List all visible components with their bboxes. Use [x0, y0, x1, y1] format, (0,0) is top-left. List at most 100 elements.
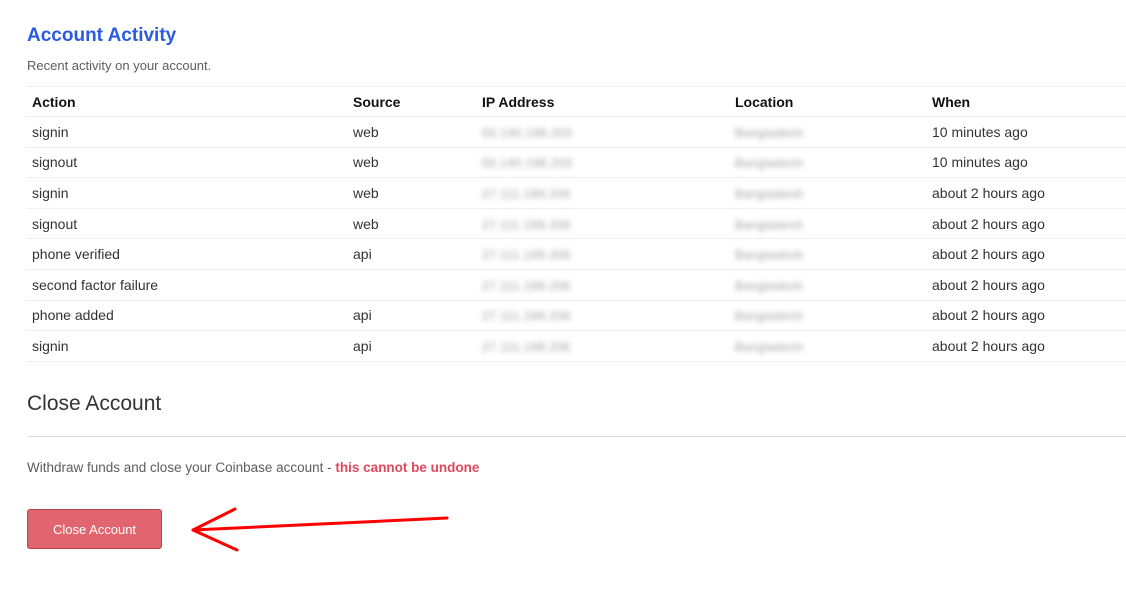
activity-when-cell[interactable]: 10 minutes ago: [926, 116, 1126, 148]
activity-action: phone added: [32, 307, 114, 324]
activity-when-cell[interactable]: about 2 hours ago: [926, 208, 1126, 240]
activity-ip-address: 27.111.199.206: [482, 248, 571, 263]
activity-source-cell: web: [347, 147, 476, 179]
activity-ip-address: 50.140.198.203: [482, 125, 573, 140]
activity-location: Bangladesh: [735, 186, 804, 201]
activity-row: signout web 50.140.198.203 Bangladesh 10 min…: [26, 147, 1126, 179]
activity-ip-address: 27.111.199.206: [482, 339, 571, 354]
activity-when-cell[interactable]: about 2 hours ago: [926, 238, 1126, 270]
activity-source: api: [353, 246, 372, 263]
column-header-action: Action: [26, 86, 347, 117]
close-account-description-text: Withdraw funds and close your Coinbase a…: [27, 460, 336, 475]
activity-when: about 2 hours ago: [932, 276, 1045, 293]
close-account-title: Close Account: [27, 392, 162, 415]
activity-action-cell: phone verified: [26, 238, 347, 270]
activity-location: Bangladesh: [735, 339, 804, 354]
account-activity-title: Account Activity: [27, 25, 177, 46]
activity-location-cell: Bangladesh: [729, 238, 926, 270]
activity-when-cell[interactable]: about 2 hours ago: [926, 330, 1126, 362]
activity-ip-address-cell: 50.140.198.203: [476, 147, 729, 179]
activity-location: Bangladesh: [735, 309, 804, 324]
activity-location-cell: Bangladesh: [729, 177, 926, 209]
close-account-description: Withdraw funds and close your Coinbase a…: [27, 460, 479, 475]
activity-ip-address-cell: 27.111.199.206: [476, 238, 729, 270]
section-divider: [27, 436, 1126, 437]
activity-source-cell: web: [347, 208, 476, 240]
activity-row: signout web 27.111.199.206 Bangladesh about …: [26, 208, 1126, 240]
activity-ip-address-cell: 27.111.199.206: [476, 300, 729, 332]
activity-table: Action Source IP Address Location When s…: [26, 86, 1126, 362]
activity-action-cell: phone added: [26, 300, 347, 332]
activity-location-cell: Bangladesh: [729, 300, 926, 332]
activity-action-cell: second factor failure: [26, 269, 347, 301]
activity-ip-address-cell: 27.111.199.206: [476, 208, 729, 240]
activity-table-header: Action Source IP Address Location When: [26, 86, 1126, 117]
activity-table-body: signin web 50.140.198.203 Bangladesh 10 minu…: [26, 116, 1126, 362]
activity-when-cell[interactable]: about 2 hours ago: [926, 300, 1126, 332]
activity-row: phone verified api 27.111.199.206 Banglades…: [26, 238, 1126, 270]
activity-action: second factor failure: [32, 276, 159, 293]
column-header-when: When: [926, 86, 1126, 117]
activity-ip-address-cell: 27.111.199.206: [476, 269, 729, 301]
activity-location: Bangladesh: [735, 278, 804, 293]
activity-when-cell[interactable]: about 2 hours ago: [926, 177, 1126, 209]
activity-row: signin web 50.140.198.203 Bangladesh 10 minu…: [26, 116, 1126, 148]
activity-when: 10 minutes ago: [932, 154, 1028, 171]
activity-when: about 2 hours ago: [932, 215, 1045, 232]
activity-location: Bangladesh: [735, 217, 804, 232]
activity-row: signin api 27.111.199.206 Bangladesh about 2…: [26, 330, 1126, 362]
activity-when: 10 minutes ago: [932, 123, 1028, 140]
activity-source: web: [353, 154, 379, 171]
activity-location: Bangladesh: [735, 156, 804, 171]
activity-action: signin: [32, 184, 69, 201]
activity-ip-address: 50.140.198.203: [482, 156, 573, 171]
activity-location: Bangladesh: [735, 125, 804, 140]
activity-action-cell: signin: [26, 116, 347, 148]
close-account-button[interactable]: Close Account: [27, 509, 162, 549]
column-header-location: Location: [729, 86, 926, 117]
activity-action: phone verified: [32, 246, 120, 263]
activity-location-cell: Bangladesh: [729, 208, 926, 240]
account-activity-subtitle: Recent activity on your account.: [27, 58, 212, 73]
activity-source-cell: [347, 269, 476, 301]
activity-ip-address: 27.111.199.206: [482, 309, 571, 324]
activity-ip-address: 27.111.199.206: [482, 217, 571, 232]
activity-when-cell[interactable]: about 2 hours ago: [926, 269, 1126, 301]
activity-location: Bangladesh: [735, 248, 804, 263]
activity-action-cell: signin: [26, 330, 347, 362]
close-account-warning: this cannot be undone: [335, 460, 480, 475]
activity-source-cell: api: [347, 330, 476, 362]
activity-when-cell[interactable]: 10 minutes ago: [926, 147, 1126, 179]
activity-ip-address: 27.111.199.206: [482, 186, 571, 201]
activity-location-cell: Bangladesh: [729, 330, 926, 362]
activity-row: phone added api 27.111.199.206 Bangladesh ab…: [26, 300, 1126, 332]
activity-action: signin: [32, 123, 69, 140]
activity-location-cell: Bangladesh: [729, 147, 926, 179]
activity-when: about 2 hours ago: [932, 246, 1045, 263]
activity-source: api: [353, 337, 372, 354]
activity-ip-address-cell: 50.140.198.203: [476, 116, 729, 148]
activity-source: api: [353, 307, 372, 324]
activity-location-cell: Bangladesh: [729, 116, 926, 148]
activity-source-cell: api: [347, 300, 476, 332]
activity-action: signout: [32, 215, 78, 232]
activity-source: web: [353, 184, 379, 201]
activity-ip-address-cell: 27.111.199.206: [476, 330, 729, 362]
activity-action: signout: [32, 154, 78, 171]
activity-source-cell: web: [347, 177, 476, 209]
activity-action-cell: signout: [26, 208, 347, 240]
activity-ip-address-cell: 27.111.199.206: [476, 177, 729, 209]
activity-action-cell: signout: [26, 147, 347, 179]
column-header-source: Source: [347, 86, 476, 117]
column-header-ip-address: IP Address: [476, 86, 729, 117]
activity-row: second factor failure 27.111.199.206 Bangl…: [26, 269, 1126, 301]
activity-when: about 2 hours ago: [932, 184, 1045, 201]
annotation-arrow-icon: [191, 507, 449, 552]
activity-source-cell: web: [347, 116, 476, 148]
activity-when: about 2 hours ago: [932, 307, 1045, 324]
activity-ip-address: 27.111.199.206: [482, 278, 571, 293]
activity-when: about 2 hours ago: [932, 337, 1045, 354]
activity-source: web: [353, 215, 379, 232]
activity-row: signin web 27.111.199.206 Bangladesh about 2…: [26, 177, 1126, 209]
activity-location-cell: Bangladesh: [729, 269, 926, 301]
